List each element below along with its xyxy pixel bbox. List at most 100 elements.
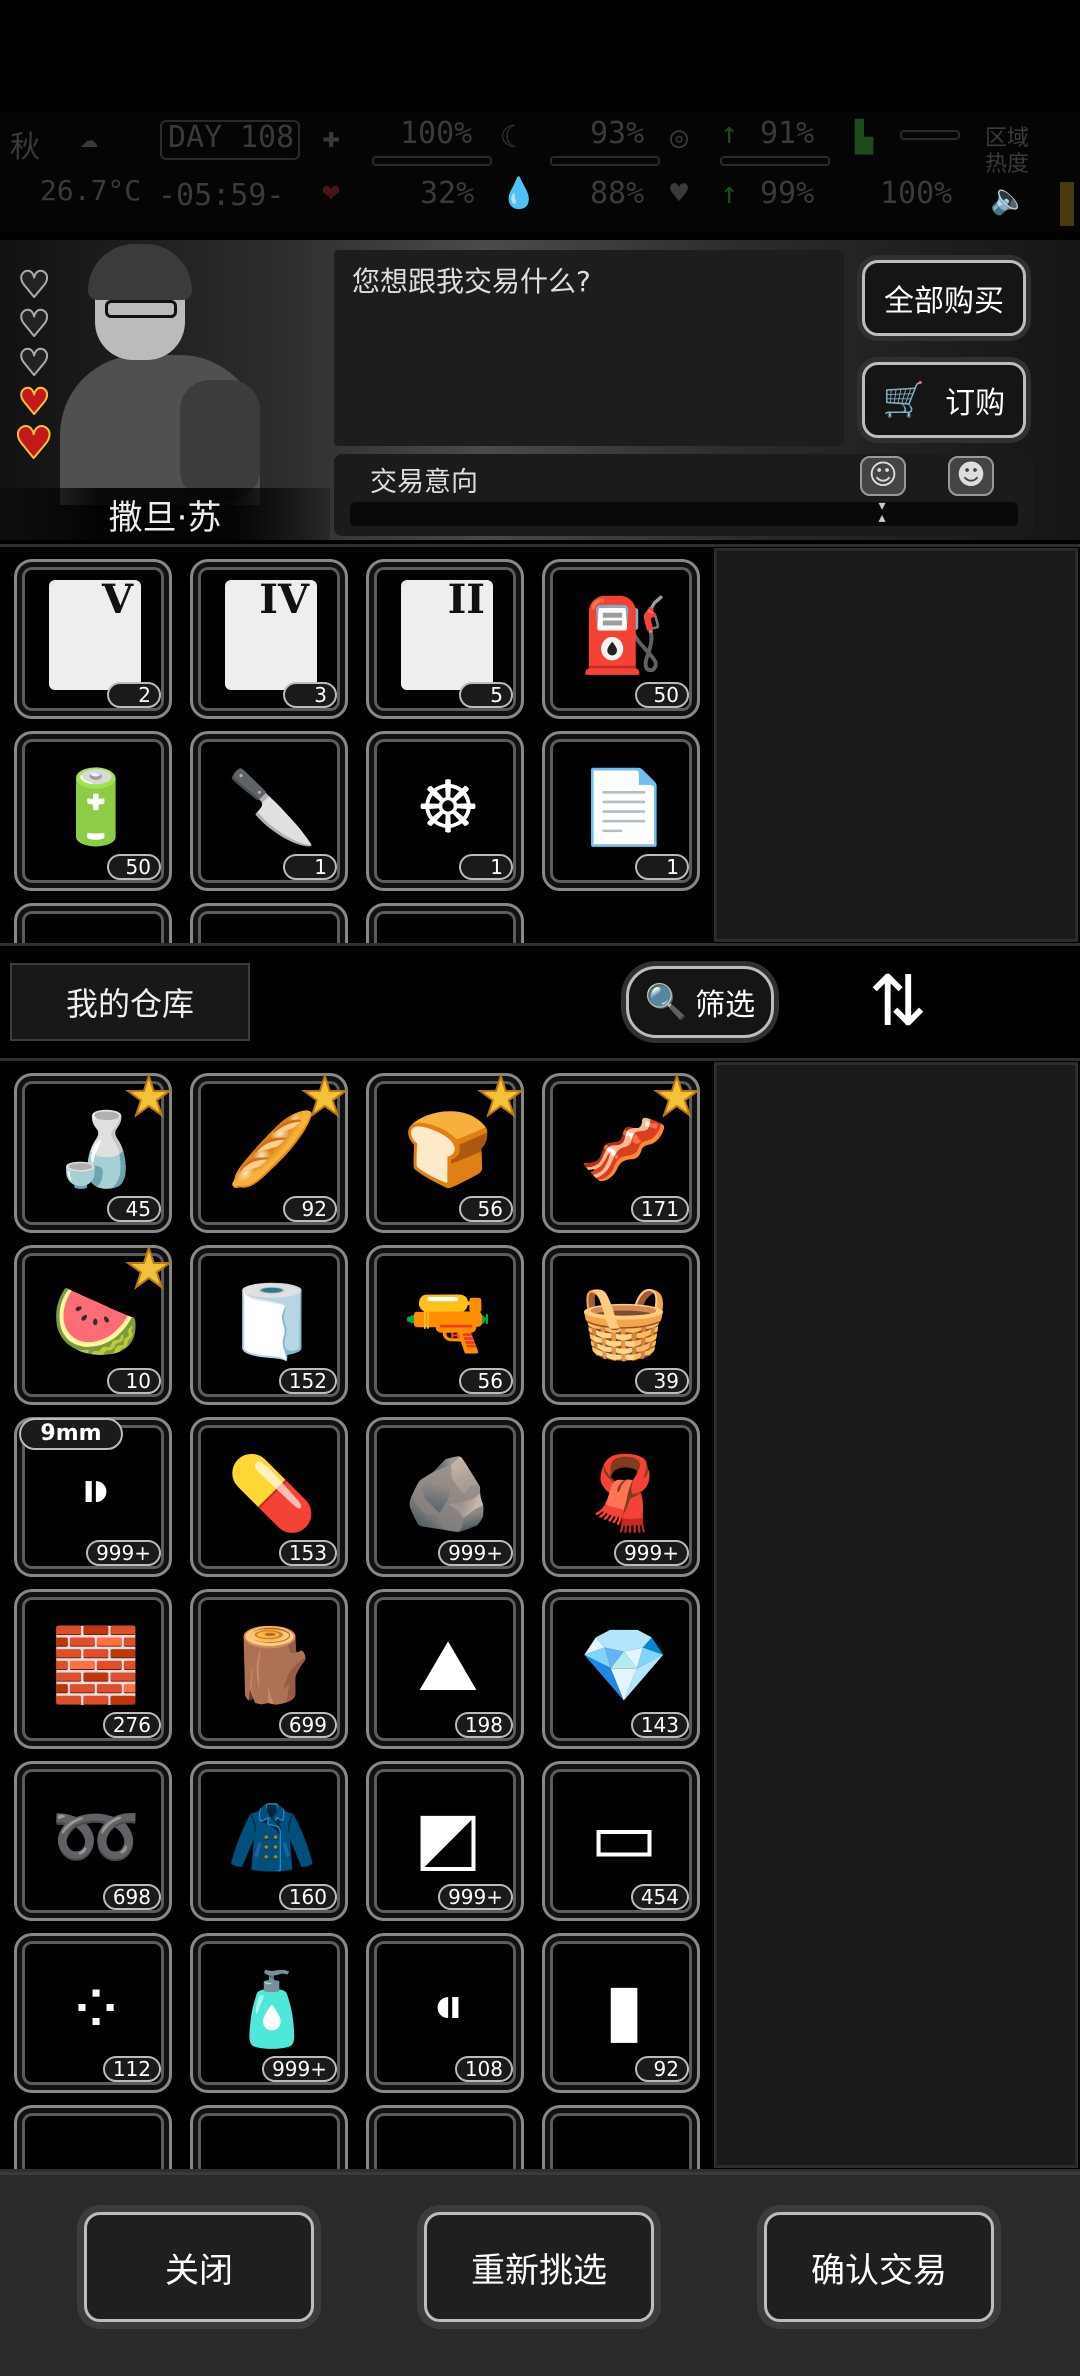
inventory-slot[interactable]: 🧴 999+	[190, 1933, 348, 2093]
crystal-icon: 💎	[579, 1623, 669, 1707]
status-hud: 秋 ☁ 26.7°C DAY 108 -05:59- ✚ 100% ❤ 32% …	[0, 112, 1080, 232]
inventory-slot[interactable]: ⁍ 999+ 9mm	[14, 1417, 172, 1577]
volume-indicator	[1060, 182, 1074, 226]
inventory-slot[interactable]: 🔋 50	[14, 731, 172, 891]
inventory-slot[interactable]: ➿ 698	[14, 1761, 172, 1921]
swap-arrows-icon[interactable]: ⇅	[858, 956, 938, 1046]
sanity-bar	[720, 156, 830, 166]
inventory-slot[interactable]: 💎 143	[542, 1589, 700, 1749]
order-label: 订购	[945, 386, 1006, 421]
item-count-badge: 1	[635, 854, 689, 880]
item-count-badge: 999+	[262, 2056, 337, 2082]
inventory-slot[interactable]	[190, 2105, 348, 2169]
inventory-slot[interactable]: 🔪 1	[190, 731, 348, 891]
inventory-slot[interactable]: 🔫 56	[366, 1245, 524, 1405]
heart-icon: ♥	[17, 343, 51, 384]
reselect-label: 重新挑选	[471, 2250, 607, 2291]
leather-icon: 🧥	[227, 1795, 317, 1879]
inventory-slot[interactable]: ▭ 454	[542, 1761, 700, 1921]
inventory-slot[interactable]: 🧱 276	[14, 1589, 172, 1749]
trade-intent-label: 交易意向	[370, 467, 478, 498]
inventory-slot[interactable]: ☸ 1	[366, 731, 524, 891]
warehouse-detail-panel	[714, 1062, 1078, 2168]
inventory-slot[interactable]	[14, 903, 172, 943]
item-count-badge: 198	[454, 1712, 513, 1738]
buy-all-button[interactable]: 全部购买	[862, 260, 1026, 336]
inventory-slot[interactable]: ◩ 999+	[366, 1761, 524, 1921]
speaker-icon[interactable]: 🔈	[990, 182, 1027, 217]
inventory-slot[interactable]: 🪨 999+	[366, 1417, 524, 1577]
item-count-badge: 160	[278, 1884, 337, 1910]
inventory-slot[interactable]: ▮ 92	[542, 1933, 700, 2093]
inventory-slot[interactable]	[542, 2105, 700, 2169]
fuel-can-icon: ⛽	[579, 593, 669, 677]
day-label: DAY	[168, 120, 223, 155]
item-count-badge: 276	[102, 1712, 161, 1738]
inventory-slot[interactable]: 🥓 171 ★	[542, 1069, 702, 1233]
wheel-blueprint-icon: ☸	[415, 765, 481, 849]
inventory-slot[interactable]	[366, 2105, 524, 2169]
map-v-icon: V	[49, 580, 141, 690]
heart-icon: ♥	[13, 418, 54, 469]
inventory-slot[interactable]: V2	[14, 559, 172, 719]
inventory-slot[interactable]: II 5	[366, 559, 524, 719]
inventory-slot[interactable]: IV 3	[190, 559, 348, 719]
cart-icon: 🛒	[882, 380, 926, 420]
item-count-badge: 699	[278, 1712, 337, 1738]
item-count-badge: 112	[102, 2056, 161, 2082]
inventory-slot[interactable]: ⁘ 112	[14, 1933, 172, 2093]
neutral-face-icon: ☺	[860, 456, 906, 496]
item-count-badge: 999+	[438, 1540, 513, 1566]
bullet-9mm-icon: ⁍	[78, 1451, 114, 1535]
inventory-slot[interactable]	[14, 2105, 172, 2169]
close-button[interactable]: 关闭	[84, 2212, 314, 2322]
inventory-slot[interactable]	[190, 903, 348, 943]
mood-up-arrow: ↑	[720, 176, 739, 211]
confirm-trade-button[interactable]: 确认交易	[764, 2212, 994, 2322]
tube-cap-icon: ▮	[604, 1967, 644, 2051]
close-label: 关闭	[165, 2250, 233, 2291]
order-button[interactable]: 🛒 订购	[862, 362, 1026, 438]
reselect-button[interactable]: 重新挑选	[424, 2212, 654, 2322]
favorite-star-icon: ★	[124, 1065, 174, 1128]
bottle-icon: 🧴	[227, 1967, 317, 2051]
inventory-slot[interactable]	[366, 903, 524, 943]
favorite-star-icon: ★	[124, 1237, 174, 1300]
item-count-badge: 50	[107, 854, 161, 880]
inventory-slot[interactable]: 💊 153	[190, 1417, 348, 1577]
buy-all-label: 全部购买	[884, 284, 1004, 319]
item-count-badge: 171	[630, 1196, 689, 1222]
mood-icon: ♥	[670, 176, 689, 211]
salt-pile-icon: ⛰	[417, 1623, 479, 1707]
trade-intent-bar	[350, 502, 1018, 526]
inventory-slot[interactable]: ⁌ 108	[366, 1933, 524, 2093]
stamina-icon: ❤	[322, 174, 341, 209]
inventory-slot[interactable]: 🍉 10 ★	[14, 1237, 174, 1405]
repair-manual-icon: 📄	[579, 765, 669, 849]
inventory-slot[interactable]: 📄 1	[542, 731, 700, 891]
inventory-slot[interactable]: 🧥 160	[190, 1761, 348, 1921]
flare-gun-icon: 🔫	[403, 1279, 493, 1363]
filter-button[interactable]: 🔍 筛选	[626, 966, 774, 1038]
npc-glasses	[105, 300, 177, 318]
item-count-badge: 92	[283, 1196, 337, 1222]
inventory-slot[interactable]: 🧣 999+	[542, 1417, 700, 1577]
item-count-badge: 50	[635, 682, 689, 708]
heart-icon: ♥	[17, 304, 51, 345]
inventory-slot[interactable]: 🍶 45 ★	[14, 1065, 174, 1233]
signal-icon: ▙	[855, 120, 874, 155]
inventory-slot[interactable]: 🥖 92 ★	[190, 1069, 350, 1233]
inventory-slot[interactable]: ⛰ 198	[366, 1589, 524, 1749]
inventory-slot[interactable]: 🪵 699	[190, 1589, 348, 1749]
inventory-slot[interactable]: ⛽ 50	[542, 559, 700, 719]
inventory-slot[interactable]: 🧺 39	[542, 1245, 700, 1405]
trader-detail-panel	[714, 548, 1078, 942]
inventory-slot[interactable]: 🧻 152	[190, 1245, 348, 1405]
item-count-badge: 152	[278, 1368, 337, 1394]
bullet-casings-icon: ⁌	[430, 1967, 466, 2051]
hunger-icon: ☾	[500, 120, 519, 155]
pill-bottle-icon: 💊	[227, 1451, 317, 1535]
inventory-slot[interactable]: 🍞 56 ★	[366, 1069, 526, 1233]
towel-icon: 🧺	[579, 1279, 669, 1363]
item-count-badge: 454	[630, 1884, 689, 1910]
